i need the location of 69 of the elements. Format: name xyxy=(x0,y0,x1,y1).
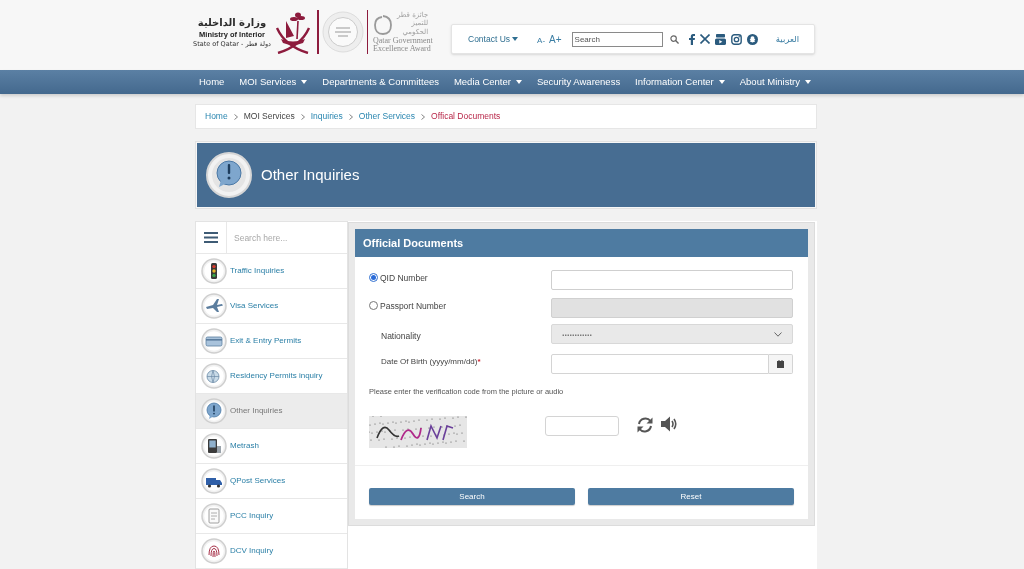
exclamation-bubble-icon xyxy=(206,152,252,198)
caret-icon xyxy=(718,80,725,84)
breadcrumb-link[interactable]: Other Services xyxy=(358,110,416,123)
fingerprint-icon xyxy=(201,538,227,564)
document-icon xyxy=(201,503,227,529)
breadcrumb-item: MOI Services xyxy=(243,110,295,123)
speaker-icon[interactable] xyxy=(661,416,678,433)
language-link[interactable]: العربية xyxy=(775,32,799,46)
nav-link[interactable]: Media Center xyxy=(453,74,522,90)
captcha-field[interactable] xyxy=(545,416,619,437)
breadcrumb-link[interactable]: Inquiries xyxy=(310,110,343,123)
caret-icon xyxy=(515,80,522,84)
sidebar-search-field[interactable]: Search here... xyxy=(227,222,347,253)
ring-logo-icon xyxy=(373,13,393,36)
airplane-icon xyxy=(201,293,227,319)
breadcrumb-link[interactable]: Home xyxy=(205,110,228,123)
required-mark: * xyxy=(477,356,481,368)
nav-link[interactable]: About Ministry xyxy=(739,74,811,90)
refresh-icon[interactable] xyxy=(636,416,654,435)
nav-link[interactable]: MOI Services xyxy=(239,74,308,90)
radio-label: QID Number xyxy=(380,273,428,283)
calendar-button[interactable] xyxy=(769,354,793,374)
caret-icon xyxy=(301,80,308,84)
breadcrumb-current: Offical Documents xyxy=(431,110,501,123)
qid-number-field[interactable] xyxy=(551,270,793,290)
nationality-label: Nationality xyxy=(381,331,421,341)
emblem-icon xyxy=(273,10,313,54)
radio-button[interactable] xyxy=(369,301,378,310)
banner-title: Other Inquiries xyxy=(261,164,360,185)
youtube-icon[interactable] xyxy=(714,33,726,45)
chevron-right-icon xyxy=(421,113,426,120)
calendar-icon xyxy=(777,360,784,368)
card-icon xyxy=(201,328,227,354)
logo-arabic-name: وزارة الداخلية xyxy=(197,15,267,30)
chevron-down-icon xyxy=(774,331,782,337)
date-of-birth-field[interactable] xyxy=(551,354,769,374)
nav-link[interactable]: Security Awareness xyxy=(536,74,621,90)
radio-button[interactable] xyxy=(369,273,378,282)
chevron-right-icon xyxy=(300,113,305,120)
truck-icon xyxy=(201,468,227,494)
nav-link[interactable]: Information Center xyxy=(635,74,725,90)
chevron-right-icon xyxy=(348,113,353,120)
menu-icon xyxy=(204,232,218,243)
x-logo-icon[interactable] xyxy=(699,34,710,44)
form-button[interactable]: Reset xyxy=(588,488,794,506)
traffic-light-icon xyxy=(201,258,227,284)
search-icon[interactable] xyxy=(669,34,679,44)
snapchat-icon[interactable] xyxy=(746,33,758,45)
date-of-birth-label: Date Of Birth (yyyy/mm/dd) xyxy=(381,356,478,368)
caret-icon xyxy=(512,37,519,41)
exclamation-bubble-icon xyxy=(201,398,227,424)
monitor-icon xyxy=(201,433,227,459)
search-field[interactable]: Search xyxy=(571,31,663,47)
caret-icon xyxy=(804,80,811,84)
award-seal-icon xyxy=(321,11,364,53)
sidebar-item[interactable]: Other Inquiries xyxy=(196,394,347,429)
award-name: Qatar Government Excellence Award xyxy=(373,37,434,54)
increase-text-button[interactable]: A+ xyxy=(549,31,562,47)
decrease-text-button[interactable]: A- xyxy=(537,34,546,47)
instagram-icon[interactable] xyxy=(730,33,742,45)
globe-icon xyxy=(201,363,227,389)
radio-label: Passport Number xyxy=(380,301,447,311)
chevron-right-icon xyxy=(233,113,238,120)
nav-link[interactable]: Departments & Committees xyxy=(322,74,439,90)
form-title: Official Documents xyxy=(355,229,808,257)
contact-us-menu[interactable]: Contact Us xyxy=(468,32,519,46)
facebook-icon[interactable] xyxy=(688,33,695,45)
form-button[interactable]: Search xyxy=(369,488,575,506)
nav-link[interactable]: Home xyxy=(199,74,225,90)
